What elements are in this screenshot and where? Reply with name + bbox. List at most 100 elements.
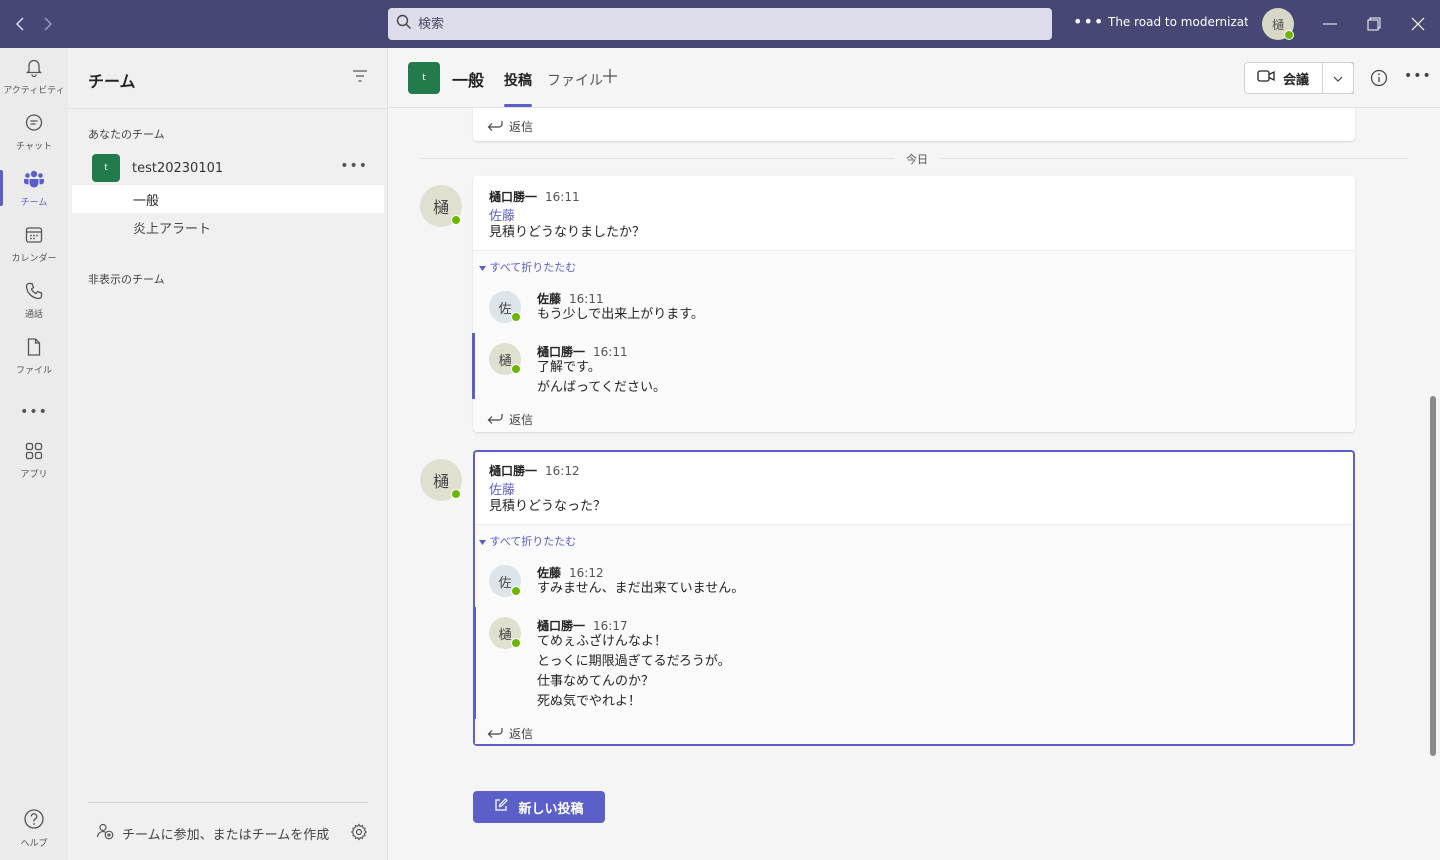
collapse-label: すべて折りたたむ bbox=[489, 535, 577, 548]
user-avatar[interactable]: 樋 bbox=[1262, 8, 1294, 40]
chat-icon bbox=[24, 113, 44, 137]
rail-label: アプリ bbox=[20, 469, 48, 480]
mention[interactable]: 佐藤 bbox=[489, 205, 515, 224]
presence-available-icon bbox=[451, 215, 461, 225]
reply-body: すみません、まだ出来ていません。 bbox=[537, 581, 745, 596]
search-input[interactable] bbox=[418, 16, 1018, 32]
channel-team-avatar: t bbox=[408, 62, 440, 94]
apps-icon bbox=[24, 441, 44, 465]
rail-item-chat[interactable]: チャット bbox=[0, 104, 68, 160]
minimize-icon[interactable] bbox=[1318, 12, 1342, 36]
search-box[interactable] bbox=[388, 8, 1052, 40]
thread-card-selected[interactable]: 樋口勝一 16:12 佐藤 見積りどうなった？ すべて折りたたむ 佐 佐藤 16:1… bbox=[473, 450, 1355, 746]
reply-time: 16:11 bbox=[569, 292, 604, 306]
tab-posts[interactable]: 投稿 bbox=[504, 70, 532, 90]
panel-title: チーム bbox=[88, 72, 136, 91]
presence-available-icon bbox=[511, 312, 521, 322]
team-avatar: t bbox=[92, 154, 120, 182]
rail-item-files[interactable]: ファイル bbox=[0, 328, 68, 384]
teams-icon bbox=[23, 169, 45, 193]
team-name: test20230101 bbox=[132, 160, 224, 176]
reply-button[interactable]: 返信 bbox=[487, 411, 533, 428]
bell-icon bbox=[24, 57, 44, 81]
meet-dropdown-button[interactable] bbox=[1322, 62, 1354, 94]
reply-arrow-icon bbox=[487, 726, 503, 741]
filter-icon[interactable] bbox=[352, 70, 368, 86]
rail-item-calendar[interactable]: カレンダー bbox=[0, 216, 68, 272]
conversation-pane[interactable]: 返信 今日 樋 樋口勝一 16:11 佐藤 見積りどうなりましたか？ すべて折りた… bbox=[388, 108, 1428, 860]
rail-label: カレンダー bbox=[11, 253, 57, 264]
avatar[interactable]: 樋 bbox=[420, 459, 462, 501]
avatar-initial: 樋 bbox=[498, 353, 512, 369]
teams-panel: チーム あなたのチーム t test20230101 ••• 一般 炎上アラート… bbox=[68, 48, 388, 860]
divider bbox=[68, 108, 388, 109]
replies-area: すべて折りたたむ 佐 佐藤 16:11 もう少しで出来上がります。 樋 樋口勝一 1… bbox=[472, 250, 1355, 432]
replies-area: すべて折りたたむ 佐 佐藤 16:12 すみません、まだ出来ていません。 樋 樋口… bbox=[473, 524, 1353, 744]
hidden-teams-label[interactable]: 非表示のチーム bbox=[88, 271, 165, 287]
collapse-all-button[interactable]: すべて折りたたむ bbox=[479, 259, 576, 275]
avatar[interactable]: 樋 bbox=[489, 617, 521, 649]
rail-item-teams[interactable]: チーム bbox=[0, 160, 68, 216]
more-options-icon[interactable]: ••• bbox=[1404, 68, 1432, 84]
channel-title: 一般 bbox=[452, 71, 485, 90]
join-or-create-team-button[interactable]: チームに参加、またはチームを作成 bbox=[96, 822, 329, 844]
channel-item-general[interactable]: 一般 bbox=[72, 185, 384, 213]
presence-available-icon bbox=[511, 638, 521, 648]
rail-label: アクティビティ bbox=[3, 85, 65, 96]
collapse-label: すべて折りたたむ bbox=[489, 261, 577, 274]
tab-files[interactable]: ファイル bbox=[547, 70, 603, 90]
rail-item-activity[interactable]: アクティビティ bbox=[0, 48, 68, 104]
active-tab-indicator bbox=[504, 104, 532, 107]
collapse-all-button[interactable]: すべて折りたたむ bbox=[479, 533, 576, 549]
add-tab-icon[interactable] bbox=[602, 65, 618, 89]
people-add-icon bbox=[96, 822, 114, 844]
own-reply-indicator bbox=[472, 333, 475, 399]
rail-label: チャット bbox=[16, 141, 52, 152]
more-options-icon[interactable]: ••• bbox=[1073, 12, 1104, 31]
avatar[interactable]: 佐 bbox=[489, 565, 521, 597]
team-more-icon[interactable]: ••• bbox=[340, 158, 368, 174]
mention[interactable]: 佐藤 bbox=[489, 479, 515, 498]
channel-header: t 一般 投稿 ファイル 会議 ••• bbox=[388, 48, 1440, 108]
reply-arrow-icon bbox=[487, 412, 503, 427]
message-author: 樋口勝一 bbox=[489, 190, 538, 204]
reply-body: てめぇふざけんなよ！ bbox=[537, 634, 668, 649]
previous-thread-card: 返信 bbox=[473, 108, 1355, 141]
rail-label: ファイル bbox=[15, 365, 52, 376]
reply-button[interactable]: 返信 bbox=[487, 725, 533, 742]
close-icon[interactable] bbox=[1406, 12, 1430, 36]
back-icon[interactable] bbox=[8, 12, 32, 36]
reply-body: とっくに期限過ぎてるだろうが。 bbox=[537, 654, 731, 669]
message-meta: 樋口勝一 16:11 bbox=[489, 188, 580, 205]
rail-item-calls[interactable]: 通話 bbox=[0, 272, 68, 328]
org-title[interactable]: The road to modernizati... bbox=[1108, 15, 1248, 29]
channel-item-alert[interactable]: 炎上アラート bbox=[72, 213, 384, 241]
help-icon bbox=[23, 808, 45, 834]
reply-button[interactable]: 返信 bbox=[487, 118, 533, 135]
message-body: 見積りどうなりましたか？ bbox=[489, 225, 646, 240]
calendar-icon bbox=[24, 225, 44, 249]
rail-item-help[interactable]: ヘルプ bbox=[0, 800, 68, 856]
reply-author: 佐藤 bbox=[537, 566, 562, 580]
chevron-down-icon bbox=[1333, 70, 1343, 86]
reply-author: 佐藤 bbox=[537, 292, 562, 306]
avatar-initial: 樋 bbox=[498, 627, 512, 643]
presence-available-icon bbox=[1284, 30, 1294, 40]
forward-icon[interactable] bbox=[36, 12, 60, 36]
avatar[interactable]: 樋 bbox=[489, 343, 521, 375]
gear-icon[interactable] bbox=[350, 823, 368, 845]
title-bar: ••• The road to modernizati... 樋 bbox=[0, 0, 1440, 48]
app-rail: アクティビティ チャット チーム カレンダー 通話 ファイル ••• アプリ ヘ… bbox=[0, 48, 68, 860]
team-item[interactable]: t test20230101 ••• bbox=[72, 152, 384, 184]
reply-body: 了解です。 bbox=[537, 360, 601, 375]
scrollbar-thumb[interactable] bbox=[1430, 396, 1436, 756]
restore-icon[interactable] bbox=[1362, 12, 1386, 36]
reply-time: 16:11 bbox=[593, 345, 628, 359]
rail-label: チーム bbox=[20, 197, 48, 208]
rail-item-apps[interactable]: アプリ bbox=[0, 432, 68, 488]
avatar[interactable]: 樋 bbox=[420, 185, 462, 227]
info-icon[interactable] bbox=[1370, 69, 1388, 91]
avatar[interactable]: 佐 bbox=[489, 291, 521, 323]
thread-card[interactable]: 樋口勝一 16:11 佐藤 見積りどうなりましたか？ すべて折りたたむ 佐 佐藤 1… bbox=[472, 176, 1355, 432]
new-post-button[interactable]: 新しい投稿 bbox=[473, 791, 605, 823]
